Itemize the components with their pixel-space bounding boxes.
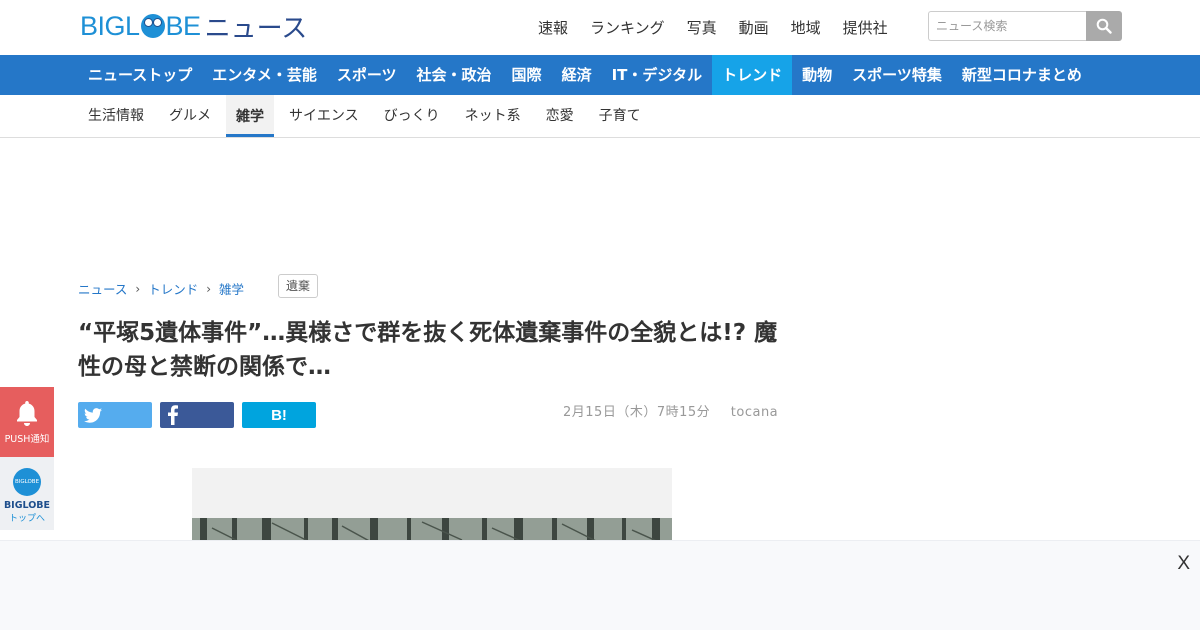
top-nav-item-sokuho[interactable]: 速報: [538, 17, 568, 38]
site-header: BIGL BE ニュース 速報 ランキング 写真 動画 地域 提供社: [0, 0, 1200, 55]
twitter-icon: [84, 407, 102, 423]
top-nav-item-region[interactable]: 地域: [791, 17, 821, 38]
logo-news-text: ニュース: [204, 13, 308, 44]
hatena-bookmark-button[interactable]: B!: [242, 402, 316, 428]
logo-text-left: BIGL: [80, 10, 140, 41]
search-button[interactable]: [1086, 11, 1122, 41]
article-source[interactable]: tocana: [731, 405, 778, 420]
sub-nav-item[interactable]: グルメ: [159, 95, 221, 137]
logo-mascot-icon: [140, 14, 165, 38]
top-nav-item-video[interactable]: 動画: [739, 17, 769, 38]
top-nav-item-photo[interactable]: 写真: [687, 17, 717, 38]
breadcrumb-item-zatsugaku[interactable]: 雑学: [219, 279, 244, 298]
main-nav-item[interactable]: エンタメ・芸能: [202, 55, 327, 95]
article-meta: 2月15日（木）7時15分 tocana: [563, 401, 778, 420]
main-nav-item[interactable]: 経済: [552, 55, 602, 95]
twitter-share-button[interactable]: [78, 402, 152, 428]
sub-nav-item[interactable]: ネット系: [455, 95, 531, 137]
bottom-ad-bar: X: [0, 540, 1200, 630]
facebook-icon: [168, 405, 178, 425]
main-nav-item[interactable]: IT・デジタル: [602, 55, 713, 95]
breadcrumb: ニュース › トレンド › 雑学: [78, 279, 244, 298]
facebook-share-button[interactable]: [160, 402, 234, 428]
article-date: 2月15日（木）7時15分: [563, 405, 711, 420]
sub-nav-item[interactable]: 雑学: [226, 95, 274, 137]
top-nav-item-providers[interactable]: 提供社: [843, 17, 888, 38]
biglobe-top-brand: BIGLOBE: [3, 500, 51, 511]
breadcrumb-item-trend[interactable]: トレンド: [148, 279, 198, 298]
top-nav: 速報 ランキング 写真 動画 地域 提供社: [538, 17, 910, 38]
logo-text-right: BE: [165, 10, 202, 41]
main-nav-item[interactable]: 動物: [792, 55, 842, 95]
hatena-icon: B!: [271, 406, 287, 424]
top-nav-item-ranking[interactable]: ランキング: [590, 17, 665, 38]
main-nav-item[interactable]: スポーツ特集: [842, 55, 952, 95]
main-nav-item[interactable]: スポーツ: [327, 55, 407, 95]
sub-nav-item[interactable]: 恋愛: [536, 95, 584, 137]
article-title: “平塚5遺体事件”…異様さで群を抜く死体遺棄事件の全貌とは!? 魔性の母と禁断の…: [78, 320, 778, 380]
breadcrumb-item-news[interactable]: ニュース: [78, 279, 127, 298]
ad-close-button[interactable]: X: [1177, 553, 1190, 575]
main-category-nav: ニューストップ エンタメ・芸能 スポーツ 社会・政治 国際 経済 IT・デジタル トレンド 動物…: [0, 55, 1200, 95]
main-nav-item[interactable]: 国際: [502, 55, 552, 95]
search-icon: [1096, 18, 1112, 34]
biglobe-top-button[interactable]: BIGLOBE BIGLOBE トップへ: [0, 457, 54, 530]
article-tag[interactable]: 遺棄: [278, 274, 319, 298]
main-nav-item[interactable]: トレンド: [712, 55, 793, 95]
main-nav-item[interactable]: 社会・政治: [407, 55, 502, 95]
chevron-right-icon: ›: [135, 281, 141, 296]
chevron-right-icon: ›: [206, 281, 212, 296]
search-input[interactable]: [928, 11, 1086, 41]
push-notification-button[interactable]: PUSH通知: [0, 387, 54, 457]
sub-nav-item[interactable]: サイエンス: [279, 95, 369, 137]
sub-nav-item[interactable]: 生活情報: [78, 95, 154, 137]
site-logo[interactable]: BIGL BE ニュース: [80, 10, 308, 44]
search-box: [928, 11, 1122, 41]
main-nav-item[interactable]: ニューストップ: [78, 55, 202, 95]
biglobe-mascot-icon: BIGLOBE: [13, 468, 41, 496]
push-label: PUSH通知: [4, 434, 50, 445]
sub-category-nav: 生活情報 グルメ 雑学 サイエンス びっくり ネット系 恋愛 子育て: [0, 95, 1200, 138]
bell-icon: [17, 401, 37, 426]
main-nav-item[interactable]: 新型コロナまとめ: [952, 55, 1092, 95]
biglobe-top-label: トップへ: [8, 514, 45, 524]
sub-nav-item[interactable]: 子育て: [589, 95, 651, 137]
sub-nav-item[interactable]: びっくり: [374, 95, 450, 137]
